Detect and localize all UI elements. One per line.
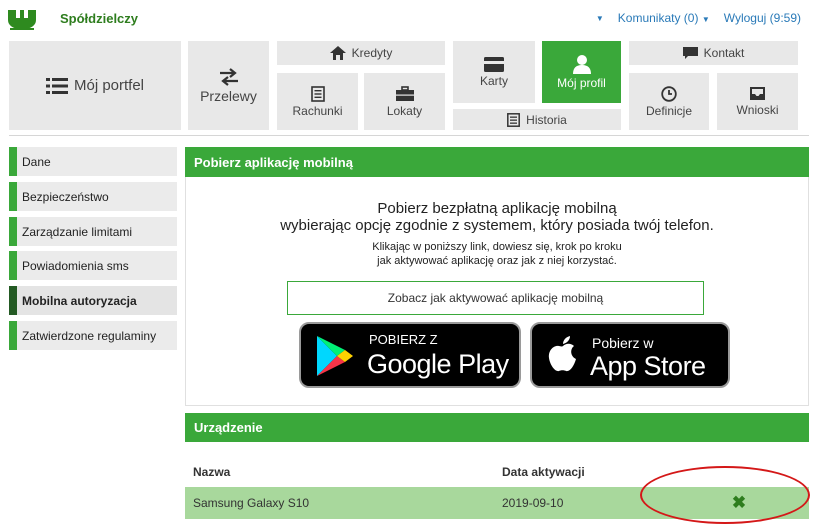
clock-icon <box>661 85 677 102</box>
sidebar-item-bezpieczenstwo[interactable]: Bezpieczeństwo <box>9 182 177 211</box>
google-play-small-text: POBIERZ Z <box>369 332 438 347</box>
sidebar-item-label: Zatwierdzone regulaminy <box>22 328 157 343</box>
nav-kontakt-label: Kontakt <box>703 46 745 60</box>
app-store-button[interactable]: Pobierz w App Store <box>530 322 730 388</box>
sidebar-item-label: Dane <box>22 154 51 169</box>
top-bar: Spółdzielczy ▼ Komunikaty (0) ▼ Wyloguj … <box>0 0 815 38</box>
nav-wnioski[interactable]: Wnioski <box>717 73 798 130</box>
list-icon <box>45 77 68 94</box>
chevron-down-icon[interactable]: ▼ <box>702 15 710 24</box>
nav-przelewy[interactable]: Przelewy <box>188 41 269 130</box>
user-icon <box>572 55 591 74</box>
inbox-tray-icon <box>750 87 765 100</box>
nav-definicje-label: Definicje <box>645 103 693 118</box>
sidebar-item-label: Mobilna autoryzacja <box>22 293 137 308</box>
annotation-circle <box>640 466 810 524</box>
device-col-date: Data aktywacji <box>502 465 585 479</box>
header-divider <box>9 135 809 136</box>
sidebar-item-label: Bezpieczeństwo <box>22 189 109 204</box>
mobile-app-headline-1: Pobierz bezpłatną aplikację mobilną <box>377 200 617 217</box>
device-name-cell: Samsung Galaxy S10 <box>193 496 310 510</box>
credit-card-icon <box>484 56 504 72</box>
sidebar-item-label: Powiadomienia sms <box>22 258 129 273</box>
nav-wnioski-label: Wnioski <box>736 103 779 117</box>
document-icon <box>310 85 325 102</box>
nav-kredyty-label: Kredyty <box>351 46 393 60</box>
nav-karty-label: Karty <box>479 73 508 88</box>
nav-moj-profil[interactable]: Mój profil <box>542 41 621 103</box>
mobile-app-panel-title: Pobierz aplikację mobilną <box>194 154 353 170</box>
google-play-icon <box>317 336 353 376</box>
mobile-app-panel-header: Pobierz aplikację mobilną <box>185 147 809 177</box>
nav-karty[interactable]: Karty <box>453 41 535 103</box>
apple-logo-icon <box>548 336 576 372</box>
device-panel-header: Urządzenie <box>185 413 809 442</box>
activation-guide-label: Zobacz jak aktywować aplikację mobilną <box>387 291 604 305</box>
nav-kredyty[interactable]: Kredyty <box>277 41 445 65</box>
sidebar-item-sms[interactable]: Powiadomienia sms <box>9 251 177 280</box>
dropdown-caret-icon[interactable]: ▼ <box>596 14 604 23</box>
nav-lokaty[interactable]: Lokaty <box>364 73 445 130</box>
nav-portfel-label: Mój portfel <box>73 77 145 94</box>
device-col-name: Nazwa <box>193 465 231 479</box>
device-panel-title: Urządzenie <box>194 420 263 435</box>
mobile-app-headline-2: wybierając opcję zgodnie z systemem, któ… <box>280 217 714 234</box>
mobile-app-instructions-2: jak aktywować aplikację oraz jak z niej … <box>377 255 617 267</box>
nav-moj-profil-label: Mój profil <box>557 76 606 90</box>
sidebar-item-limity[interactable]: Zarządzanie limitami <box>9 217 177 246</box>
brand-name: Spółdzielczy <box>60 11 139 26</box>
messages-link[interactable]: Komunikaty (0) ▼ <box>618 11 710 25</box>
nav-rachunki[interactable]: Rachunki <box>277 73 358 130</box>
transfer-arrows-icon <box>219 67 238 86</box>
sidebar-item-label: Zarządzanie limitami <box>22 224 133 239</box>
nav-rachunki-label: Rachunki <box>292 103 343 118</box>
google-play-button[interactable]: POBIERZ Z Google Play <box>299 322 521 388</box>
activation-guide-link[interactable]: Zobacz jak aktywować aplikację mobilną <box>287 281 704 315</box>
device-date-cell: 2019-09-10 <box>502 496 564 510</box>
home-icon <box>329 46 346 60</box>
mobile-app-instructions-1: Klikając w poniższy link, dowiesz się, k… <box>372 241 622 253</box>
top-right-menu: ▼ Komunikaty (0) ▼ Wyloguj (9:59) <box>596 11 801 25</box>
sidebar-item-regulaminy[interactable]: Zatwierdzone regulaminy <box>9 321 177 350</box>
nav-przelewy-label: Przelewy <box>200 87 257 104</box>
sidebar-item-mobilna-autoryzacja[interactable]: Mobilna autoryzacja <box>9 286 177 315</box>
app-store-small-text: Pobierz w <box>592 335 654 351</box>
list-document-icon <box>507 112 521 127</box>
nav-definicje[interactable]: Definicje <box>629 73 709 130</box>
app-store-big-text: App Store <box>590 351 706 381</box>
sidebar-item-dane[interactable]: Dane <box>9 147 177 176</box>
nav-historia[interactable]: Historia <box>453 109 621 130</box>
bank-logo-icon <box>8 10 36 30</box>
chat-bubble-icon <box>682 46 698 59</box>
briefcase-icon <box>395 85 414 101</box>
messages-label[interactable]: Komunikaty (0) <box>618 11 699 25</box>
nav-portfel[interactable]: Mój portfel <box>9 41 181 130</box>
logout-link[interactable]: Wyloguj (9:59) <box>724 11 801 25</box>
nav-kontakt[interactable]: Kontakt <box>629 41 798 65</box>
nav-historia-label: Historia <box>526 112 567 127</box>
google-play-big-text: Google Play <box>367 349 509 379</box>
nav-lokaty-label: Lokaty <box>386 103 423 118</box>
